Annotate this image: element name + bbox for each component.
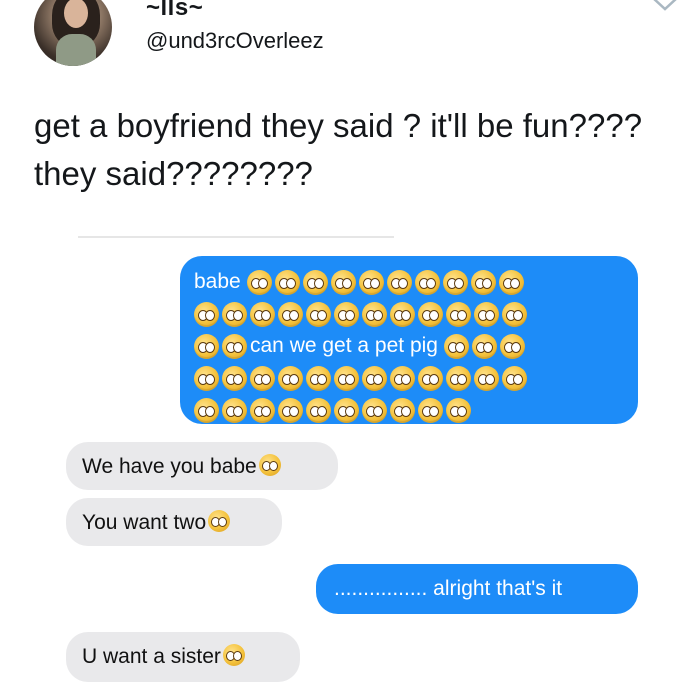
- pleading-face-emoji-icon: [446, 301, 471, 327]
- pleading-face-emoji-icon: [418, 301, 443, 327]
- pleading-face-emoji-icon: [208, 510, 231, 532]
- screenshot-divider: [78, 236, 394, 238]
- received-message-bubble: U want a sister: [66, 632, 300, 682]
- pleading-face-emoji-icon: [274, 269, 300, 295]
- chevron-down-icon[interactable]: [650, 0, 680, 12]
- pleading-face-emoji-icon: [386, 269, 412, 295]
- pleading-face-emoji-icon: [362, 301, 387, 327]
- pleading-face-emoji-icon: [390, 301, 415, 327]
- received-message-bubble: You want two: [66, 498, 282, 546]
- sent-message-bubble: babe can we get a pet pig: [180, 256, 638, 424]
- pleading-face-emoji-icon: [390, 365, 415, 391]
- avatar-body: [56, 34, 96, 66]
- pleading-face-emoji-icon: [194, 397, 219, 423]
- pleading-face-emoji-icon: [418, 365, 443, 391]
- pleading-face-emoji-icon: [390, 397, 415, 423]
- pleading-face-emoji-icon: [194, 365, 219, 391]
- pleading-face-emoji-icon: [443, 333, 469, 359]
- pleading-face-emoji-icon: [470, 269, 496, 295]
- pleading-face-emoji-icon: [306, 365, 331, 391]
- pleading-face-emoji-icon: [362, 397, 387, 423]
- message-line: can we get a pet pig: [194, 330, 626, 362]
- pleading-face-emoji-icon: [358, 269, 384, 295]
- pleading-face-emoji-icon: [278, 301, 303, 327]
- received-message-bubble: We have you babe: [66, 442, 338, 490]
- avatar[interactable]: [34, 0, 112, 66]
- message-line: babe: [194, 266, 626, 298]
- user-handle[interactable]: @und3rcOverleez: [146, 28, 324, 54]
- pleading-face-emoji-icon: [334, 397, 359, 423]
- pleading-face-emoji-icon: [250, 397, 275, 423]
- pleading-face-emoji-icon: [446, 365, 471, 391]
- message-line: [194, 394, 626, 426]
- sent-message-bubble: ................ alright that's it: [316, 564, 638, 614]
- pleading-face-emoji-icon: [278, 397, 303, 423]
- message-text: can we get a pet pig: [250, 334, 438, 358]
- pleading-face-emoji-icon: [222, 644, 245, 666]
- pleading-face-emoji-icon: [222, 301, 247, 327]
- pleading-face-emoji-icon: [194, 301, 219, 327]
- pleading-face-emoji-icon: [334, 365, 359, 391]
- display-name[interactable]: ~lls~: [146, 0, 203, 22]
- pleading-face-emoji-icon: [474, 301, 499, 327]
- pleading-face-emoji-icon: [499, 333, 525, 359]
- pleading-face-emoji-icon: [502, 301, 527, 327]
- pleading-face-emoji-icon: [222, 397, 247, 423]
- pleading-face-emoji-icon: [302, 269, 328, 295]
- message-text: babe: [194, 270, 241, 294]
- pleading-face-emoji-icon: [334, 301, 359, 327]
- pleading-face-emoji-icon: [306, 397, 331, 423]
- pleading-face-emoji-icon: [418, 397, 443, 423]
- pleading-face-emoji-icon: [194, 333, 219, 359]
- pleading-face-emoji-icon: [414, 269, 440, 295]
- tweet-text: get a boyfriend they said ? it'll be fun…: [34, 107, 643, 192]
- message-line: [194, 362, 626, 394]
- message-text: You want two: [82, 511, 207, 534]
- message-line: [194, 298, 626, 330]
- pleading-face-emoji-icon: [330, 269, 356, 295]
- pleading-face-emoji-icon: [250, 365, 275, 391]
- pleading-face-emoji-icon: [306, 301, 331, 327]
- message-text: U want a sister: [82, 645, 221, 668]
- pleading-face-emoji-icon: [442, 269, 468, 295]
- pleading-face-emoji-icon: [474, 365, 499, 391]
- pleading-face-emoji-icon: [502, 365, 527, 391]
- pleading-face-emoji-icon: [498, 269, 524, 295]
- pleading-face-emoji-icon: [222, 365, 247, 391]
- pleading-face-emoji-icon: [246, 269, 272, 295]
- pleading-face-emoji-icon: [258, 454, 281, 476]
- message-text: ................ alright that's it: [334, 577, 563, 600]
- pleading-face-emoji-icon: [471, 333, 497, 359]
- pleading-face-emoji-icon: [222, 333, 247, 359]
- pleading-face-emoji-icon: [250, 301, 275, 327]
- pleading-face-emoji-icon: [446, 397, 471, 423]
- pleading-face-emoji-icon: [278, 365, 303, 391]
- message-text: We have you babe: [82, 455, 257, 478]
- pleading-face-emoji-icon: [362, 365, 387, 391]
